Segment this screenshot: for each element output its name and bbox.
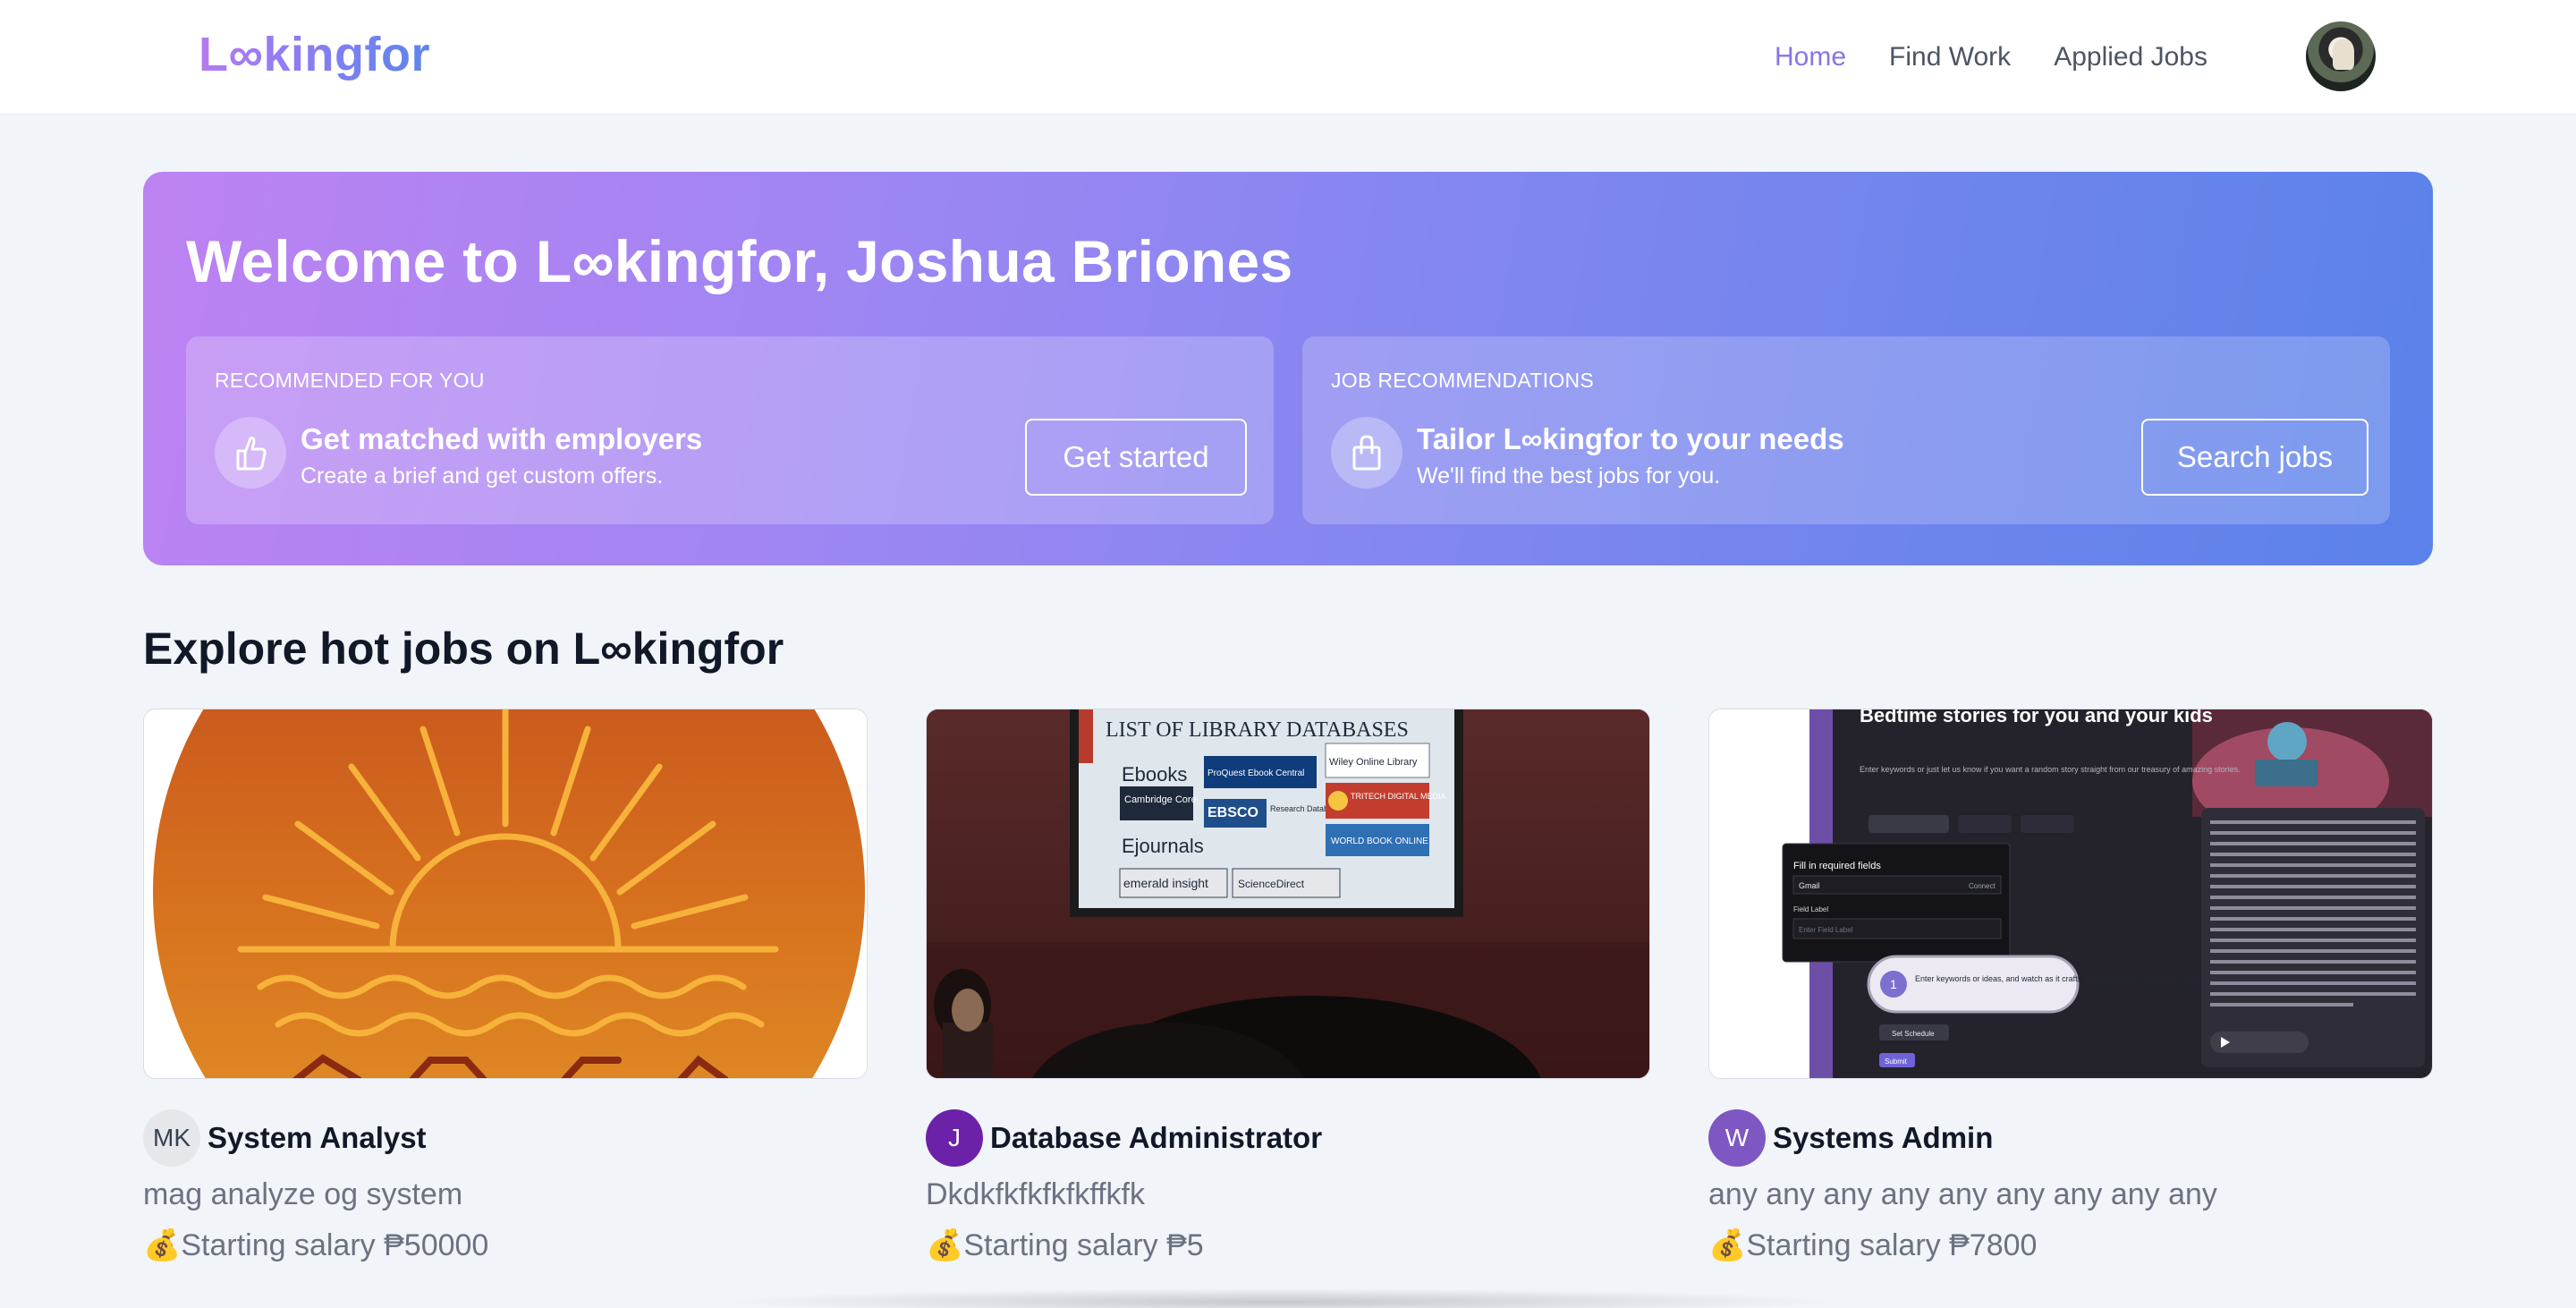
slide-proquest: ProQuest Ebook Central — [1208, 769, 1304, 778]
section-title: Explore hot jobs on L∞kingfor — [143, 624, 784, 674]
company-avatar: W — [1708, 1109, 1766, 1167]
bedtime-stories-app-image: Bedtime stories for you and your kids En… — [1709, 709, 2432, 1078]
recommended-card: RECOMMENDED FOR YOU Get matched with emp… — [186, 336, 1274, 524]
money-bag-icon: 💰 — [143, 1228, 182, 1262]
slide-cambridge: Cambridge Core — [1124, 794, 1197, 805]
job-recommendations-kicker: JOB RECOMMENDATIONS — [1331, 369, 1595, 392]
top-navbar: L∞kingfor Home Find Work Applied Jobs — [0, 0, 2576, 115]
sunset-logo-image — [144, 709, 867, 1078]
slide-ebooks-label: Ebooks — [1122, 763, 1187, 786]
app-subtext: Enter keywords or just let us know if yo… — [1860, 765, 2241, 774]
app-heading-line1: Bedtime stories for you and your kids — [1860, 709, 2213, 726]
tip-text: Enter keywords or ideas, and watch as it… — [1915, 974, 2199, 983]
job-recommendations-card: JOB RECOMMENDATIONS Tailor L∞kingfor to … — [1302, 336, 2390, 524]
job-description: Dkdkfkfkfkfkffkfk — [926, 1177, 1145, 1211]
welcome-title: Welcome to L∞kingfor, Joshua Briones — [186, 228, 1293, 294]
user-avatar[interactable] — [2306, 21, 2376, 91]
nav-links: Home Find Work Applied Jobs — [1775, 0, 2250, 115]
search-jobs-button[interactable]: Search jobs — [2141, 419, 2368, 496]
job-description: mag analyze og system — [143, 1177, 463, 1211]
job-salary: 💰Starting salary ₱7800 — [1708, 1227, 2037, 1263]
job-recommendations-subtext: We'll find the best jobs for you. — [1417, 463, 1721, 488]
job-header: MK System Analyst — [143, 1109, 427, 1167]
job-salary: 💰Starting salary ₱5 — [926, 1227, 1204, 1263]
salary-text: Starting salary ₱5 — [963, 1228, 1204, 1262]
job-image[interactable] — [143, 709, 868, 1079]
slide-tritech: TRITECH DIGITAL MEDIA — [1351, 792, 1446, 801]
submit-button-image: Submit — [1885, 1057, 1908, 1066]
company-avatar: J — [926, 1109, 983, 1167]
dialog-gmail: Gmail — [1799, 881, 1820, 890]
job-title[interactable]: Database Administrator — [990, 1121, 1322, 1155]
slide-ejournals-label: Ejournals — [1122, 835, 1204, 857]
slide-emerald: emerald insight — [1123, 876, 1208, 890]
recommended-heading: Get matched with employers — [301, 422, 703, 455]
job-description: any any any any any any any any any — [1708, 1177, 2217, 1211]
job-card[interactable]: Bedtime stories for you and your kids En… — [1708, 709, 2433, 1262]
company-avatar: MK — [143, 1109, 200, 1167]
job-title[interactable]: System Analyst — [208, 1121, 427, 1155]
dialog-connect: Connect — [1969, 882, 1996, 890]
job-card[interactable]: MK System Analyst mag analyze og system … — [143, 709, 868, 1262]
salary-text: Starting salary ₱50000 — [181, 1228, 489, 1262]
job-card[interactable]: LIST OF LIBRARY DATABASES Ebooks Ejourna… — [926, 709, 1650, 1262]
logo[interactable]: L∞kingfor — [199, 27, 430, 82]
nav-applied-jobs-link[interactable]: Applied Jobs — [2054, 42, 2207, 72]
dialog-field-placeholder: Enter Field Label — [1799, 926, 1853, 934]
thumbs-up-icon — [215, 417, 286, 488]
job-image[interactable]: Bedtime stories for you and your kids En… — [1708, 709, 2433, 1079]
slide-sciencedirect: ScienceDirect — [1238, 878, 1305, 890]
job-title[interactable]: Systems Admin — [1773, 1121, 1993, 1155]
recommended-subtext: Create a brief and get custom offers. — [301, 463, 664, 488]
shopping-bag-icon — [1331, 417, 1402, 488]
dialog-title: Fill in required fields — [1793, 861, 1881, 871]
nav-find-work-link[interactable]: Find Work — [1889, 42, 2011, 72]
job-recommendations-heading: Tailor L∞kingfor to your needs — [1417, 422, 1844, 455]
salary-text: Starting salary ₱7800 — [1746, 1228, 2038, 1262]
job-header: W Systems Admin — [1708, 1109, 1993, 1167]
slide-wiley: Wiley Online Library — [1329, 757, 1418, 768]
nav-home-link[interactable]: Home — [1775, 42, 1846, 72]
money-bag-icon: 💰 — [926, 1228, 964, 1262]
job-image[interactable]: LIST OF LIBRARY DATABASES Ebooks Ejourna… — [926, 709, 1650, 1079]
job-salary: 💰Starting salary ₱50000 — [143, 1227, 488, 1263]
money-bag-icon: 💰 — [1708, 1228, 1747, 1262]
dialog-field-label: Field Label — [1793, 905, 1828, 913]
job-header: J Database Administrator — [926, 1109, 1322, 1167]
welcome-banner: Welcome to L∞kingfor, Joshua Briones REC… — [143, 172, 2433, 565]
slide-worldbook: WORLD BOOK ONLINE — [1331, 837, 1428, 846]
scroll-shadow — [716, 1288, 1843, 1308]
recommended-kicker: RECOMMENDED FOR YOU — [215, 369, 485, 392]
set-schedule: Set Schedule — [1892, 1030, 1935, 1038]
library-presentation-image: LIST OF LIBRARY DATABASES Ebooks Ejourna… — [927, 709, 1649, 1078]
tip-number: 1 — [1890, 977, 1897, 991]
slide-ebsco: EBSCO — [1208, 805, 1258, 820]
slide-header: LIST OF LIBRARY DATABASES — [1106, 718, 1409, 742]
get-started-button[interactable]: Get started — [1025, 419, 1247, 496]
